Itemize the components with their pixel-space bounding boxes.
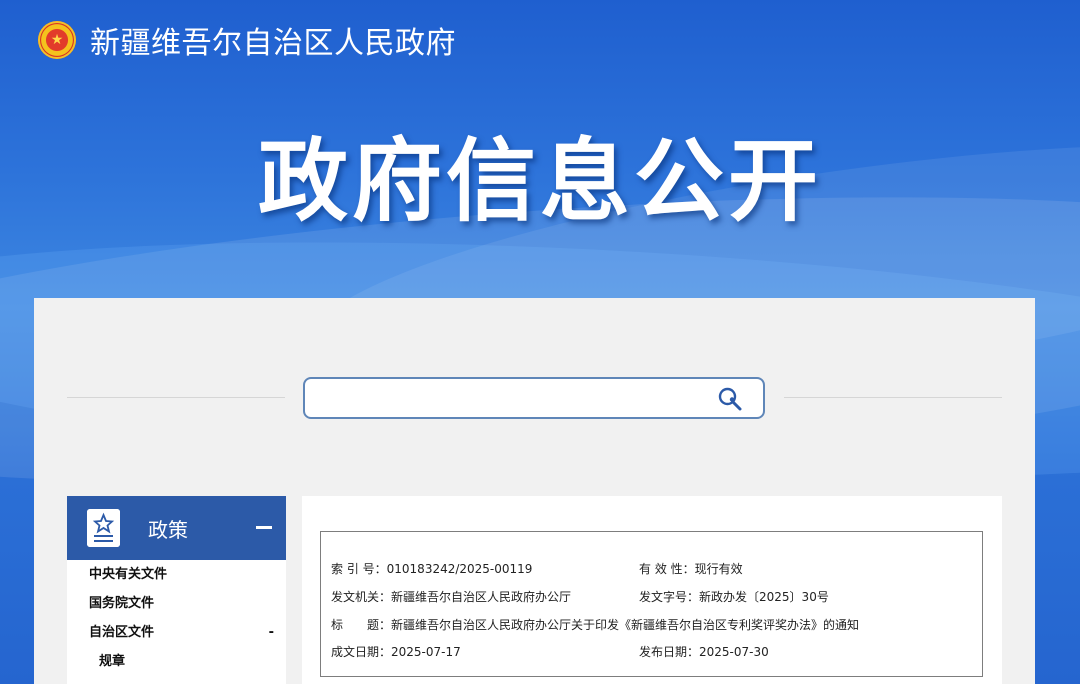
collapse-icon[interactable]	[256, 526, 272, 529]
search-icon[interactable]	[717, 386, 743, 412]
page-title: 政府信息公开	[258, 129, 822, 234]
sidebar-header[interactable]: 政策	[67, 496, 286, 560]
divider-left	[67, 397, 285, 398]
document-content: 索 引 号：010183242/2025-00119 有 效 性：现行有效 发文…	[302, 496, 1002, 684]
sidebar-list: 中央有关文件 国务院文件 自治区文件 - 规章	[67, 560, 286, 676]
main-panel: 政策 中央有关文件 国务院文件 自治区文件 - 规章 索 引 号：01018324…	[34, 298, 1035, 684]
sidebar-item-region-documents[interactable]: 自治区文件 -	[67, 618, 286, 647]
document-icon	[87, 509, 120, 547]
search-input[interactable]	[315, 385, 699, 413]
document-metadata: 索 引 号：010183242/2025-00119 有 效 性：现行有效 发文…	[320, 531, 983, 677]
expand-marker[interactable]: -	[269, 618, 274, 647]
sidebar-item-state-council-documents[interactable]: 国务院文件	[67, 589, 286, 618]
site-header: ★ 新疆维吾尔自治区人民政府	[38, 18, 456, 62]
issuer-row: 发文机关：新疆维吾尔自治区人民政府办公厅	[331, 590, 572, 604]
document-number-row: 发文字号：新政办发〔2025〕30号	[639, 590, 829, 604]
sidebar-title: 政策	[148, 517, 188, 542]
index-number-row: 索 引 号：010183242/2025-00119	[331, 562, 533, 576]
title-row: 标 题：新疆维吾尔自治区人民政府办公厅关于印发《新疆维吾尔自治区专利奖评奖办法》…	[331, 618, 860, 632]
sidebar: 政策 中央有关文件 国务院文件 自治区文件 - 规章	[67, 496, 286, 684]
sidebar-item-central-documents[interactable]: 中央有关文件	[67, 560, 286, 589]
published-date-row: 发布日期：2025-07-30	[639, 645, 769, 659]
validity-row: 有 效 性：现行有效	[639, 562, 743, 576]
written-date-row: 成文日期：2025-07-17	[331, 645, 461, 659]
sidebar-item-regulations[interactable]: 规章	[67, 647, 286, 676]
national-emblem-icon[interactable]: ★	[38, 21, 76, 59]
divider-right	[784, 397, 1002, 398]
search-box	[303, 377, 765, 419]
site-name[interactable]: 新疆维吾尔自治区人民政府	[90, 18, 456, 62]
